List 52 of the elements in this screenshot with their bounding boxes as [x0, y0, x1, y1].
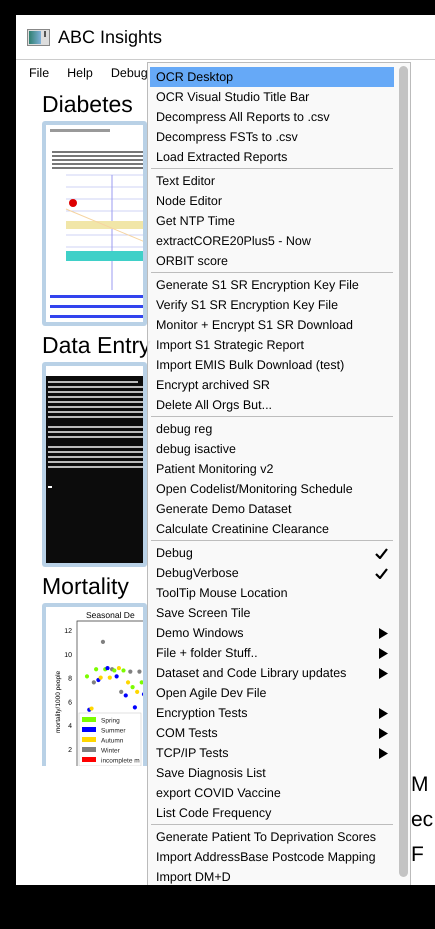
menu-item[interactable]: OCR Desktop	[150, 67, 394, 87]
menu-item[interactable]: Demo Windows	[150, 623, 394, 643]
menu-item[interactable]: Import DM+D	[150, 867, 394, 885]
menu-item[interactable]: TCP/IP Tests	[150, 743, 394, 763]
warning-text: F	[411, 842, 424, 868]
menu-item[interactable]: Dataset and Code Library updates	[150, 663, 394, 683]
scrollbar-thumb[interactable]	[399, 66, 408, 877]
menu-item[interactable]: Decompress All Reports to .csv	[150, 107, 394, 127]
menu-item[interactable]: List Code Frequency	[150, 803, 394, 823]
menu-item[interactable]: Generate S1 SR Encryption Key File	[150, 275, 394, 295]
menu-bar-item[interactable]: File	[22, 66, 56, 80]
menu-item[interactable]: extractCORE20Plus5 - Now	[150, 231, 394, 251]
menu-item[interactable]: Verify S1 SR Encryption Key File	[150, 295, 394, 315]
window-title: ABC Insights	[58, 26, 162, 48]
menu-item[interactable]: Import EMIS Bulk Download (test)	[150, 355, 394, 375]
menu-item[interactable]: debug reg	[150, 419, 394, 439]
menu-item[interactable]: debug isactive	[150, 439, 394, 459]
menu-item[interactable]: DebugVerbose	[150, 563, 394, 583]
menu-item[interactable]: Delete All Orgs But...	[150, 395, 394, 415]
menu-item[interactable]: Get NTP Time	[150, 211, 394, 231]
menu-item[interactable]: Generate Demo Dataset	[150, 499, 394, 519]
menu-item[interactable]: Decompress FSTs to .csv	[150, 127, 394, 147]
menu-item[interactable]: Debug	[150, 543, 394, 563]
chart-title: Seasonal De	[86, 610, 135, 620]
menu-item[interactable]: export COVID Vaccine	[150, 783, 394, 803]
menu-bar-item[interactable]: Help	[60, 66, 100, 80]
menu-item[interactable]: Encryption Tests	[150, 703, 394, 723]
menu-item[interactable]: File + folder Stuff..	[150, 643, 394, 663]
menu-item[interactable]: COM Tests	[150, 723, 394, 743]
menu-item[interactable]: Monitor + Encrypt S1 SR Download	[150, 315, 394, 335]
menu-item[interactable]: Save Screen Tile	[150, 603, 394, 623]
menu-item[interactable]: Calculate Creatinine Clearance	[150, 519, 394, 539]
section-heading: Mortality	[42, 572, 129, 601]
menu-item[interactable]: ORBIT score	[150, 251, 394, 271]
menu-item[interactable]: Save Diagnosis List	[150, 763, 394, 783]
warning-text: M	[411, 772, 428, 798]
menu-item[interactable]: Text Editor	[150, 171, 394, 191]
menu-item[interactable]: Open Agile Dev File	[150, 683, 394, 703]
menu-item[interactable]: Import AddressBase Postcode Mapping	[150, 847, 394, 867]
menu-item[interactable]: Node Editor	[150, 191, 394, 211]
menu-item[interactable]: Generate Patient To Deprivation Scores	[150, 827, 394, 847]
section-heading: Data Entry	[42, 331, 151, 360]
menu-item[interactable]: Patient Monitoring v2	[150, 459, 394, 479]
section-heading: Diabetes	[42, 90, 133, 119]
app-window-icon	[27, 28, 50, 46]
menu-item[interactable]: Load Extracted Reports	[150, 147, 394, 167]
menu-item[interactable]: Open Codelist/Monitoring Schedule	[150, 479, 394, 499]
warning-text: ec	[411, 807, 434, 833]
menu-item[interactable]: OCR Visual Studio Title Bar	[150, 87, 394, 107]
menu-item[interactable]: Encrypt archived SR	[150, 375, 394, 395]
menu-item[interactable]: Import S1 Strategic Report	[150, 335, 394, 355]
menu-item[interactable]: ToolTip Mouse Location	[150, 583, 394, 603]
